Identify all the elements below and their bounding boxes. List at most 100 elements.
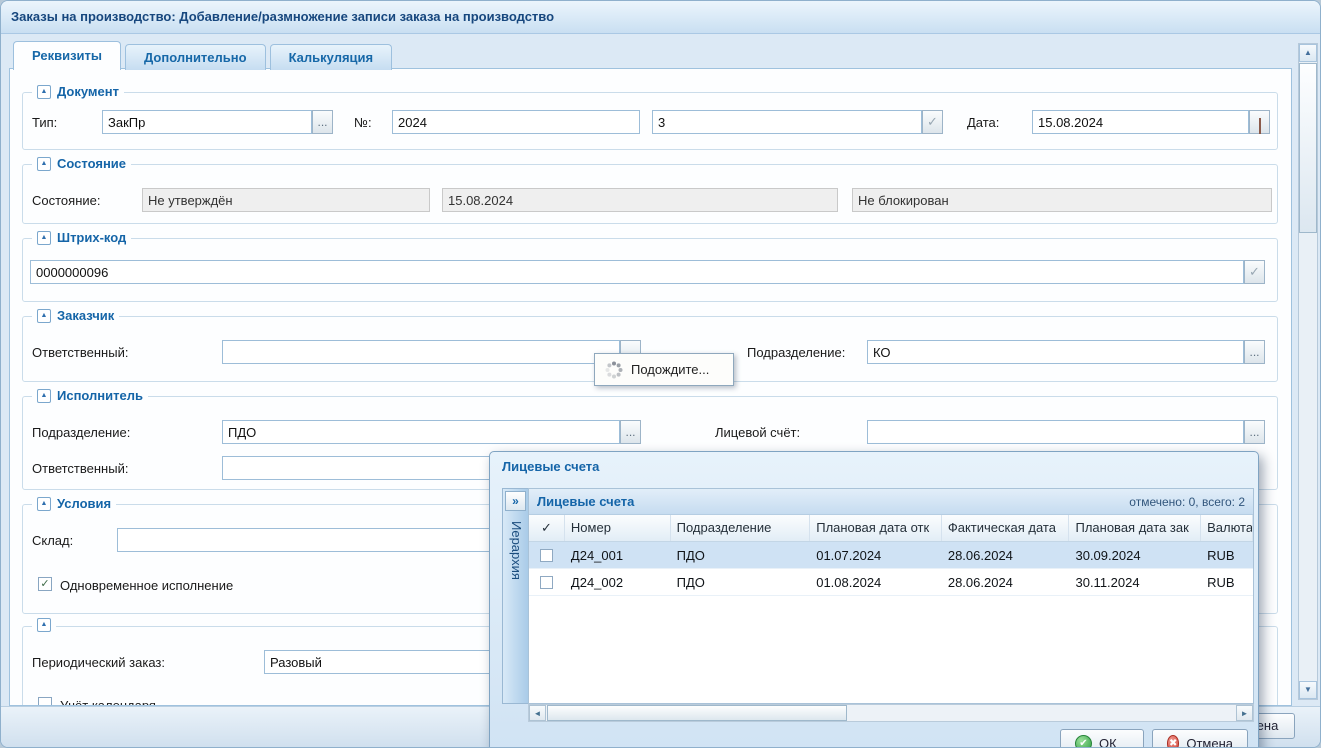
conditions-group-legend: ▲ Условия	[32, 496, 116, 511]
scroll-up-button[interactable]: ▲	[1299, 44, 1317, 62]
approval-state-field[interactable]	[142, 188, 430, 212]
doc-date-field[interactable]	[1032, 110, 1249, 134]
state-group-legend: ▲ Состояние	[32, 156, 131, 171]
column-header-currency[interactable]: Валюта	[1201, 515, 1253, 541]
executor-department-browse-button[interactable]: ...	[620, 420, 641, 444]
table-row[interactable]: Д24_001 ПДО 01.07.2024 28.06.2024 30.09.…	[529, 542, 1253, 569]
collapse-conditions-icon[interactable]: ▲	[37, 497, 51, 511]
scroll-down-button[interactable]: ▼	[1299, 681, 1317, 699]
calendar-account-checkbox[interactable]	[38, 697, 52, 706]
hierarchy-tab[interactable]: Иерархия	[509, 521, 524, 580]
cancel-button[interactable]: ✖ Отмена	[1152, 729, 1248, 748]
simultaneous-checkbox[interactable]: ✓	[38, 577, 52, 591]
ellipsis-icon: ...	[317, 115, 327, 129]
collapse-barcode-icon[interactable]: ▲	[37, 231, 51, 245]
collapse-document-icon[interactable]: ▲	[37, 85, 51, 99]
conditions-group-title: Условия	[57, 496, 111, 511]
app-window: Заказы на производство: Добавление/размн…	[0, 0, 1321, 748]
scroll-left-button[interactable]: ◄	[529, 705, 546, 721]
customer-group-title: Заказчик	[57, 308, 114, 323]
ok-button-label: ОК	[1099, 736, 1117, 748]
barcode-field[interactable]	[30, 260, 1244, 284]
customer-department-browse-button[interactable]: ...	[1244, 340, 1265, 364]
cancel-button-label: Отмена	[1186, 736, 1233, 748]
vertical-scroll-thumb[interactable]	[1299, 63, 1317, 233]
barcode-group-title: Штрих-код	[57, 230, 126, 245]
scroll-up-icon: ▲	[1304, 48, 1312, 57]
accounts-panel-title: Лицевые счета	[537, 494, 634, 509]
executor-account-field[interactable]	[867, 420, 1244, 444]
accounts-dialog-titlebar[interactable]: Лицевые счета	[490, 452, 1258, 482]
calendar-icon	[1259, 118, 1261, 134]
executor-group-title: Исполнитель	[57, 388, 143, 403]
main-vertical-scrollbar[interactable]: ▲ ▼	[1298, 43, 1318, 700]
spinner-icon	[605, 361, 623, 379]
document-group-legend: ▲ Документ	[32, 84, 124, 99]
state-group-title: Состояние	[57, 156, 126, 171]
tab-kalkulyaciya[interactable]: Калькуляция	[270, 44, 393, 70]
executor-group-legend: ▲ Исполнитель	[32, 388, 148, 403]
scroll-right-button[interactable]: ►	[1236, 705, 1253, 721]
column-header-department[interactable]: Подразделение	[671, 515, 811, 541]
doc-date-label: Дата:	[967, 115, 999, 130]
ok-button[interactable]: ✔ ОК	[1060, 729, 1144, 748]
customer-department-label: Подразделение:	[747, 345, 845, 360]
block-state-field[interactable]	[852, 188, 1272, 212]
window-titlebar[interactable]: Заказы на производство: Добавление/размн…	[1, 1, 1320, 34]
double-chevron-right-icon: »	[512, 494, 519, 508]
scroll-left-icon: ◄	[534, 709, 542, 718]
doc-type-browse-button[interactable]: ...	[312, 110, 333, 134]
cell-currency: RUB	[1201, 542, 1253, 568]
accounts-panel-header: Лицевые счета отмечено: 0, всего: 2	[529, 489, 1253, 515]
row-checkbox[interactable]	[540, 549, 553, 562]
collapse-customer-icon[interactable]: ▲	[37, 309, 51, 323]
cancel-icon: ✖	[1167, 735, 1179, 748]
customer-responsible-field[interactable]	[222, 340, 620, 364]
executor-department-label: Подразделение:	[32, 425, 130, 440]
accounts-dialog: Лицевые счета » Иерархия Лицевые счета о…	[489, 451, 1259, 748]
horizontal-scroll-thumb[interactable]	[547, 705, 847, 721]
doc-date-calendar-button[interactable]	[1249, 110, 1270, 134]
doc-type-label: Тип:	[32, 115, 57, 130]
accounts-table-panel: Лицевые счета отмечено: 0, всего: 2 ✓ Но…	[528, 488, 1254, 704]
doc-number-field[interactable]	[652, 110, 922, 134]
collapse-executor-icon[interactable]: ▲	[37, 389, 51, 403]
doc-year-field[interactable]	[392, 110, 640, 134]
collapse-state-icon[interactable]: ▲	[37, 157, 51, 171]
doc-type-field[interactable]	[102, 110, 312, 134]
collapse-periodic-icon[interactable]: ▲	[37, 618, 51, 632]
barcode-apply-button[interactable]: ✓	[1244, 260, 1265, 284]
apply-check-icon: ✓	[1249, 264, 1260, 279]
doc-number-label: №:	[354, 115, 372, 130]
accounts-dialog-title: Лицевые счета	[502, 459, 599, 474]
customer-department-field[interactable]	[867, 340, 1244, 364]
row-checkbox[interactable]	[540, 576, 553, 589]
cell-number: Д24_001	[565, 542, 671, 568]
tab-rekvizity[interactable]: Реквизиты	[13, 41, 121, 70]
checkbox-check-icon: ✓	[40, 578, 49, 590]
wait-popup: Подождите...	[594, 353, 734, 386]
cell-actual: 28.06.2024	[942, 542, 1070, 568]
wait-popup-text: Подождите...	[631, 362, 709, 377]
executor-department-field[interactable]	[222, 420, 620, 444]
state-label: Состояние:	[32, 193, 100, 208]
column-header-planned-open[interactable]: Плановая дата отк	[810, 515, 942, 541]
scroll-down-icon: ▼	[1304, 685, 1312, 694]
table-row[interactable]: Д24_002 ПДО 01.08.2024 28.06.2024 30.11.…	[529, 569, 1253, 596]
state-date-field[interactable]	[442, 188, 838, 212]
barcode-group-legend: ▲ Штрих-код	[32, 230, 131, 245]
column-header-planned-close[interactable]: Плановая дата зак	[1069, 515, 1201, 541]
hierarchy-expand-button[interactable]: »	[505, 491, 526, 511]
accounts-column-header-row: ✓ Номер Подразделение Плановая дата отк …	[529, 515, 1253, 542]
column-header-actual[interactable]: Фактическая дата	[942, 515, 1070, 541]
cell-currency: RUB	[1201, 569, 1253, 595]
accounts-horizontal-scrollbar[interactable]: ◄ ►	[528, 704, 1254, 722]
executor-responsible-label: Ответственный:	[32, 461, 128, 476]
tab-dopolnitelno[interactable]: Дополнительно	[125, 44, 266, 70]
cell-department: ПДО	[671, 569, 811, 595]
column-header-number[interactable]: Номер	[565, 515, 671, 541]
column-header-check[interactable]: ✓	[529, 515, 565, 541]
cell-department: ПДО	[671, 542, 811, 568]
doc-number-apply-button[interactable]: ✓	[922, 110, 943, 134]
executor-account-browse-button[interactable]: ...	[1244, 420, 1265, 444]
